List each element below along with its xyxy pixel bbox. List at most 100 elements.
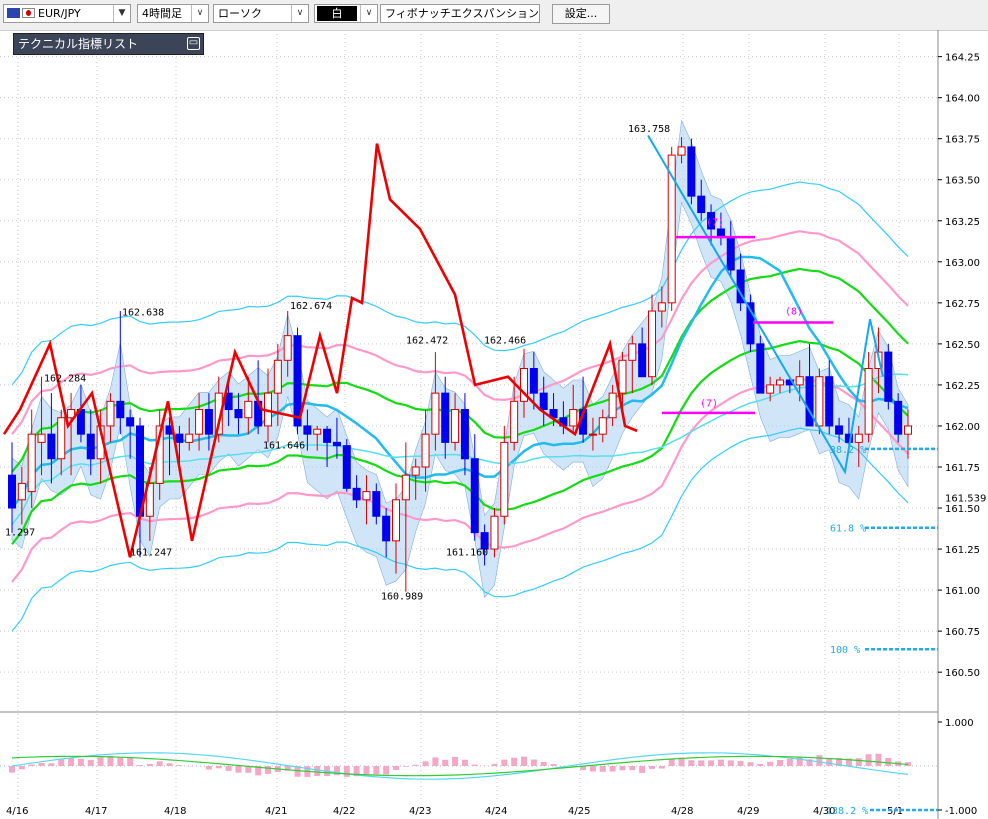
candle <box>884 343 893 410</box>
osc-bar <box>28 764 35 766</box>
osc-bar <box>767 761 774 766</box>
candle-body <box>500 441 509 517</box>
price-label: 161.646 <box>263 441 305 452</box>
sub-tick-label: 1.000 <box>945 718 974 729</box>
candle-body <box>490 515 499 550</box>
candle-body <box>835 425 844 435</box>
candle-body <box>175 433 184 443</box>
candle-body <box>628 343 637 361</box>
price-label: 160.989 <box>381 592 423 603</box>
candle-body <box>382 515 391 542</box>
osc-bar <box>77 758 84 766</box>
osc-bar <box>688 760 695 766</box>
candle-body <box>411 466 420 476</box>
candle-body <box>894 400 903 435</box>
y-tick-label: 163.50 <box>945 176 980 187</box>
y-tick-label: 161.50 <box>945 504 980 515</box>
osc-bar <box>205 766 212 770</box>
candle-body <box>864 368 873 435</box>
candle-body <box>569 409 578 427</box>
candle-body <box>697 195 706 214</box>
osc-bar <box>156 761 163 766</box>
candle-body <box>441 392 450 443</box>
osc-bar <box>452 756 459 766</box>
candle-body <box>323 428 332 443</box>
sub-fib-label: 138.2 % <box>826 806 868 817</box>
minimize-icon[interactable]: ▭ <box>187 37 200 50</box>
candle-body <box>27 433 36 493</box>
right-price-label: 161.539 <box>945 493 986 504</box>
y-tick-label: 163.75 <box>945 135 980 146</box>
osc-bar <box>786 758 793 766</box>
candle-body <box>687 146 696 197</box>
candle-body <box>283 335 292 361</box>
candle-body <box>372 491 381 517</box>
date-axis: 4/16 4/17 4/18 4/21 4/22 4/23 4/24 4/25 4/28 4/29… <box>6 806 903 817</box>
candle-body <box>303 425 312 435</box>
x-tick-label: 4/24 <box>485 806 507 817</box>
price-label: 162.466 <box>484 336 526 347</box>
x-tick-label: 4/25 <box>568 806 590 817</box>
candle-body <box>185 433 194 443</box>
x-tick-label: 4/17 <box>85 806 107 817</box>
candle-body <box>854 433 863 443</box>
candle-body <box>608 392 617 419</box>
osc-bar <box>137 765 143 766</box>
candle-body <box>510 400 519 443</box>
osc-bar <box>412 764 419 766</box>
candle-body <box>362 491 371 501</box>
candle-body <box>815 376 824 427</box>
price-label: 162.674 <box>290 301 332 312</box>
osc-bar <box>649 766 655 769</box>
bb-upper-outer-line <box>11 181 909 386</box>
osc-bar <box>855 758 862 766</box>
osc-bar <box>875 753 882 766</box>
y-tick-label: 161.75 <box>945 463 980 474</box>
candle-body <box>795 376 804 386</box>
wave-label: (7) <box>700 398 718 409</box>
y-tick-label: 162.00 <box>945 422 980 433</box>
candle-body <box>342 445 351 489</box>
osc-bar <box>599 766 606 772</box>
osc-bar <box>383 766 390 775</box>
osc-bar <box>816 755 823 766</box>
candle-body <box>313 428 322 435</box>
y-tick-label: 163.25 <box>945 217 980 228</box>
osc-bar <box>176 765 183 766</box>
candle-body <box>776 379 784 386</box>
x-tick-label: 4/29 <box>737 806 759 817</box>
y-tick-label: 162.25 <box>945 381 980 392</box>
candle-body <box>244 400 253 419</box>
osc-bar <box>9 766 15 773</box>
osc-bar <box>521 756 527 766</box>
x-tick-label: 4/28 <box>671 806 693 817</box>
price-label: 162.638 <box>122 308 164 319</box>
osc-bar <box>491 763 498 766</box>
osc-bar <box>166 763 173 766</box>
candle-body <box>204 409 213 435</box>
candle-body <box>195 409 204 435</box>
osc-bar <box>363 766 370 775</box>
candle-body <box>332 441 341 447</box>
candle-body <box>431 392 440 435</box>
candle-body <box>588 433 597 436</box>
x-tick-label: 4/18 <box>164 806 186 817</box>
candle-body <box>273 359 282 394</box>
osc-bar <box>265 766 271 774</box>
y-tick-label: 161.25 <box>945 545 980 556</box>
osc-bar <box>87 759 94 766</box>
candle-body <box>825 376 834 427</box>
candle-body <box>618 359 627 394</box>
oscillator-panel: 1.000 -1.000 138.2 % <box>0 718 977 817</box>
price-axis: 164.25 164.00 163.75 163.50 163.25 163.00 162.… <box>938 53 980 679</box>
osc-bar <box>708 760 715 766</box>
osc-bar <box>442 759 449 766</box>
technical-indicator-panel[interactable]: テクニカル指標リスト ▭ <box>13 33 204 55</box>
osc-bar <box>717 759 724 766</box>
y-tick-label: 160.75 <box>945 627 980 638</box>
candle-body <box>884 351 893 402</box>
osc-bar <box>639 766 646 773</box>
osc-bar <box>747 762 754 766</box>
osc-bar <box>511 757 518 766</box>
osc-bar <box>589 766 596 772</box>
